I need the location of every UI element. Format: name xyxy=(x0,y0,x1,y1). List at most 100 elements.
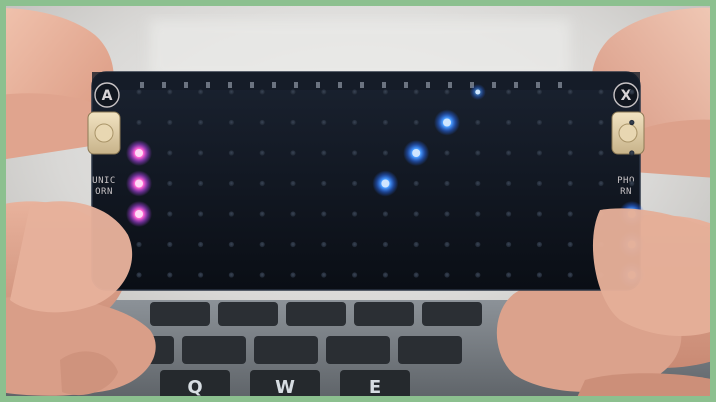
led-off xyxy=(352,211,358,217)
led-off xyxy=(352,180,358,187)
led-off xyxy=(228,150,234,156)
led-off xyxy=(259,180,265,187)
led-off xyxy=(629,89,635,95)
header-pin xyxy=(184,82,188,88)
led-off xyxy=(598,89,604,95)
header-pin xyxy=(426,82,430,88)
led-off xyxy=(567,119,573,126)
led-off xyxy=(352,119,358,126)
header-pin xyxy=(294,82,298,88)
led-off xyxy=(567,272,573,278)
led-off xyxy=(536,211,543,217)
led-off xyxy=(259,272,265,278)
led-off xyxy=(598,119,604,126)
led-off xyxy=(228,89,234,95)
led-off xyxy=(475,150,481,156)
led-off xyxy=(167,89,173,95)
led-off xyxy=(475,119,481,126)
led-off xyxy=(167,119,173,126)
led-off xyxy=(198,119,204,126)
header-pin xyxy=(272,82,276,88)
led-lit xyxy=(135,149,143,157)
led-off xyxy=(228,272,234,278)
led-off xyxy=(444,180,450,187)
led-off xyxy=(321,211,327,217)
header-pin xyxy=(558,82,562,88)
led-off xyxy=(352,89,358,95)
led-off xyxy=(167,180,173,187)
header-pin xyxy=(250,82,254,88)
led-off xyxy=(136,272,142,278)
led-off xyxy=(228,119,234,126)
led-off xyxy=(629,119,635,126)
led-off xyxy=(506,150,512,156)
led-off xyxy=(536,180,543,187)
header-pin xyxy=(162,82,166,88)
led-off xyxy=(567,180,573,187)
led-off xyxy=(536,89,543,95)
led-off xyxy=(567,89,573,95)
led-off xyxy=(598,180,604,187)
led-lit xyxy=(381,179,390,188)
led-off xyxy=(475,211,481,217)
led-off xyxy=(413,119,419,126)
header-pin xyxy=(536,82,540,88)
led-off xyxy=(321,119,327,126)
silk-left-line2: ORN xyxy=(95,187,113,197)
led-off xyxy=(475,241,481,248)
led-off xyxy=(413,241,419,248)
led-off xyxy=(167,272,173,278)
led-off xyxy=(259,211,265,217)
led-off xyxy=(536,241,543,248)
led-off xyxy=(228,211,234,217)
led-off xyxy=(321,150,327,156)
led-off xyxy=(629,150,635,156)
led-off xyxy=(321,241,327,248)
header-pin xyxy=(514,82,518,88)
led-off xyxy=(629,180,635,187)
photo-scene: Q W E A UNIC ORN X PHO RN xyxy=(0,0,716,402)
led-off xyxy=(259,119,265,126)
led-off xyxy=(352,150,358,156)
led-off xyxy=(290,150,296,156)
header-pin xyxy=(492,82,496,88)
led-off xyxy=(506,241,512,248)
led-off xyxy=(382,272,388,278)
led-off xyxy=(321,89,327,95)
led-off xyxy=(321,272,327,278)
header-pin xyxy=(382,82,386,88)
silk-left-line1: UNIC xyxy=(92,176,116,186)
led-off xyxy=(413,180,419,187)
led-off xyxy=(506,211,512,217)
led-off xyxy=(198,89,204,95)
silk-right-line2: RN xyxy=(620,187,632,197)
led-off xyxy=(506,180,512,187)
led-off xyxy=(198,272,204,278)
led-off xyxy=(290,119,296,126)
led-off xyxy=(290,89,296,95)
led-off xyxy=(413,211,419,217)
led-off xyxy=(136,241,142,248)
led-off xyxy=(413,89,419,95)
led-off xyxy=(167,241,173,248)
led-off xyxy=(167,150,173,156)
led-lit xyxy=(135,210,143,218)
led-off xyxy=(506,272,512,278)
header-pin xyxy=(448,82,452,88)
led-off xyxy=(352,272,358,278)
led-off xyxy=(382,119,388,126)
button-a-letter: A xyxy=(102,88,113,104)
led-off xyxy=(444,150,450,156)
led-off xyxy=(382,211,388,217)
header-pin xyxy=(206,82,210,88)
led-off xyxy=(475,180,481,187)
led-off xyxy=(382,89,388,95)
led-off xyxy=(475,272,481,278)
led-lit xyxy=(412,149,421,157)
key-q-label: Q xyxy=(187,377,202,398)
led-off xyxy=(382,241,388,248)
led-off xyxy=(567,211,573,217)
led-off xyxy=(506,89,512,95)
led-off xyxy=(259,241,265,248)
led-off xyxy=(259,89,265,95)
